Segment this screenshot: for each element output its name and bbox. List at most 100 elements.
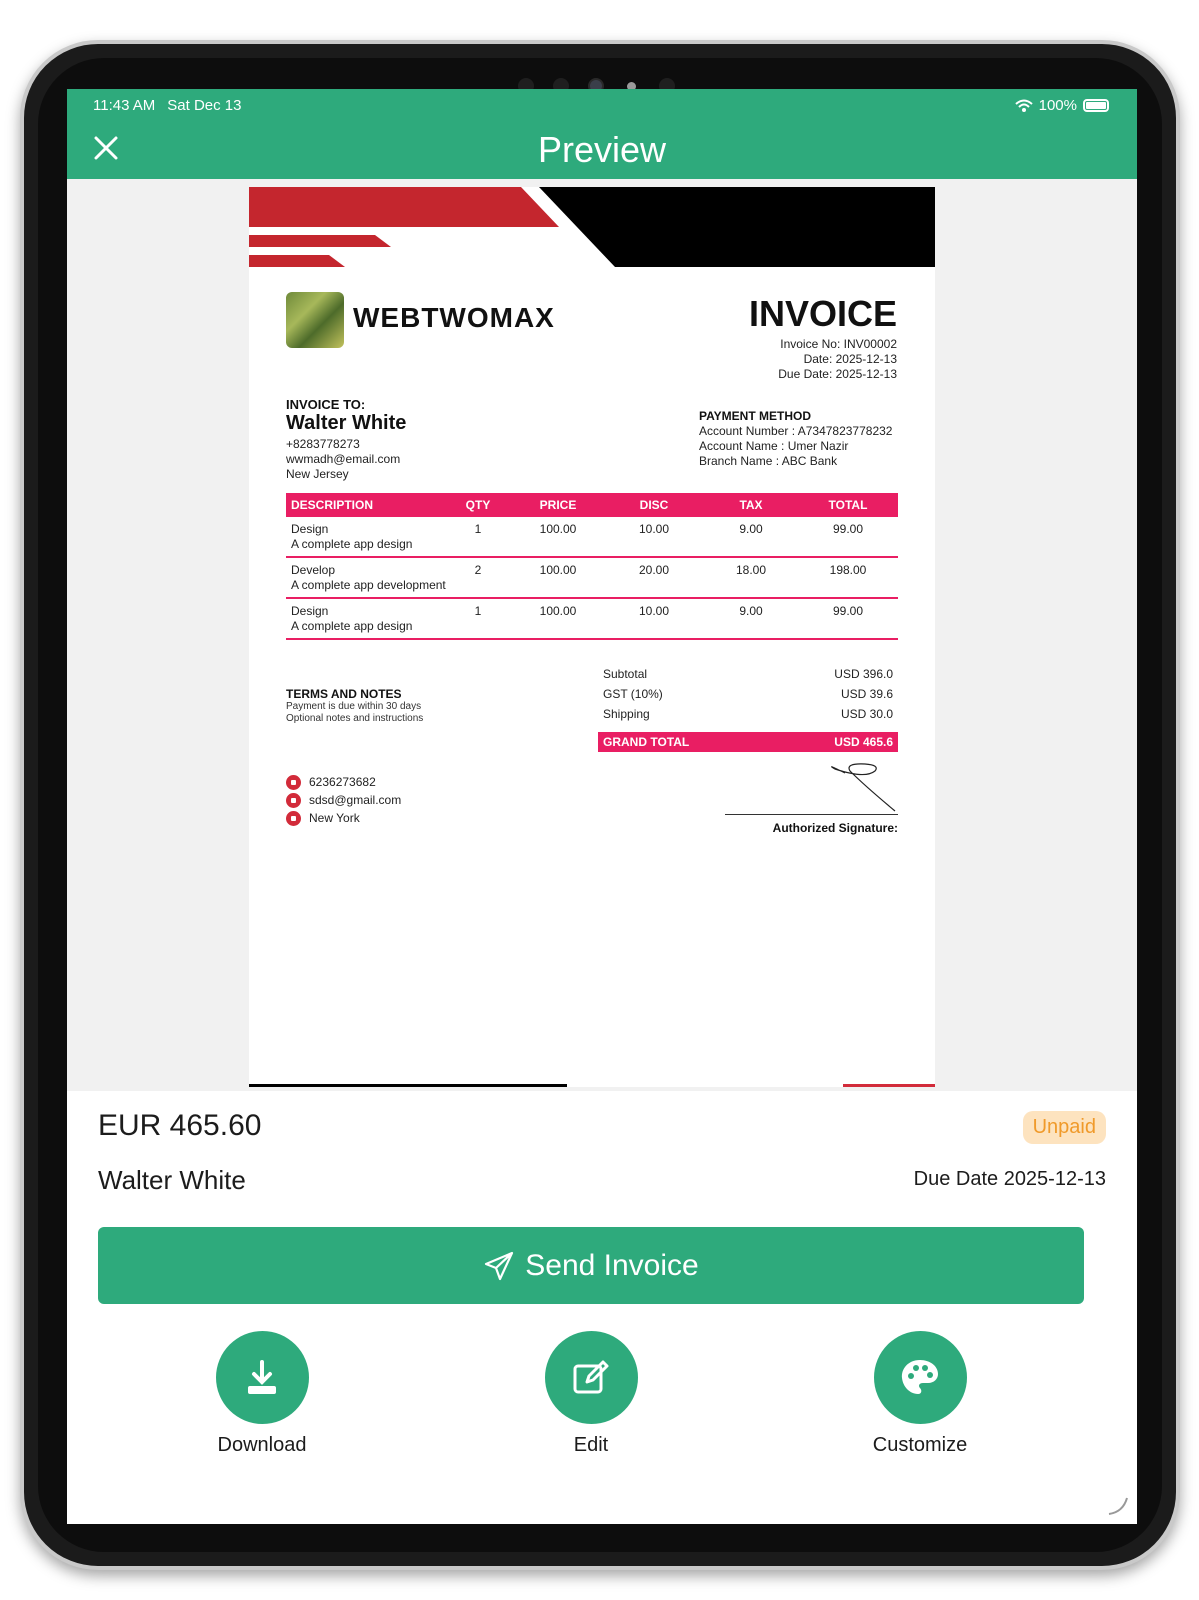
company-contacts: 6236273682 sdsd@gmail.com New York bbox=[286, 773, 401, 827]
item-title: Design bbox=[291, 604, 329, 618]
invoice-number: Invoice No: INV00002 bbox=[780, 337, 897, 351]
row-disc: 10.00 bbox=[638, 522, 670, 536]
row-tax: 18.00 bbox=[735, 563, 767, 577]
bill-to-label: INVOICE TO: bbox=[286, 397, 366, 412]
totals-block: Subtotal USD 396.0 GST (10%) USD 39.6 Ship… bbox=[598, 664, 898, 752]
footer-bar-black bbox=[249, 1084, 567, 1087]
send-invoice-button[interactable]: Send Invoice bbox=[98, 1227, 1084, 1304]
terms-line: Payment is due within 30 days bbox=[286, 701, 422, 712]
account-number: Account Number : A7347823778232 bbox=[699, 424, 893, 438]
action-row: Download Edit Customize bbox=[67, 1331, 1137, 1471]
row-price: 100.00 bbox=[539, 604, 577, 618]
terms-line: Optional notes and instructions bbox=[286, 713, 424, 724]
battery-percent: 100% bbox=[1038, 97, 1077, 114]
gst-value: USD 39.6 bbox=[840, 687, 893, 701]
status-bar: 11:43 AM Sat Dec 13 bbox=[93, 97, 241, 114]
location-pin-icon bbox=[286, 810, 301, 826]
header-description: DESCRIPTION bbox=[291, 497, 374, 512]
item-desc: A complete app design bbox=[291, 537, 413, 551]
shipping-value: USD 30.0 bbox=[840, 707, 893, 721]
terms-title: TERMS AND NOTES bbox=[286, 687, 402, 701]
mail-icon bbox=[286, 792, 301, 808]
gst-line: GST (10%) USD 39.6 bbox=[598, 684, 898, 704]
invoice-title: INVOICE bbox=[748, 293, 897, 334]
invoice-amount: EUR 465.60 bbox=[98, 1109, 262, 1142]
row-description: Design A complete app design bbox=[286, 522, 446, 552]
contact-phone: 6236273682 bbox=[286, 773, 401, 791]
contact-email-value: sdsd@gmail.com bbox=[309, 793, 402, 807]
header-total: TOTAL bbox=[828, 498, 868, 512]
payment-method: PAYMENT METHOD Account Number : A7347823… bbox=[699, 409, 892, 469]
header-tax: TAX bbox=[739, 498, 763, 512]
contact-phone-value: 6236273682 bbox=[309, 775, 376, 789]
bill-to-phone: +8283778273 bbox=[286, 437, 360, 451]
signature-line bbox=[725, 814, 898, 815]
row-qty: 2 bbox=[474, 563, 482, 577]
header-decoration bbox=[249, 187, 935, 267]
item-title: Design bbox=[291, 522, 329, 536]
screen: 11:43 AM Sat Dec 13 100% Preview WEBTWOM… bbox=[67, 89, 1137, 1524]
page-title: Preview bbox=[537, 129, 667, 170]
tablet-frame: 11:43 AM Sat Dec 13 100% Preview WEBTWOM… bbox=[20, 40, 1180, 1570]
contact-location: New York bbox=[286, 809, 401, 827]
row-tax: 9.00 bbox=[739, 522, 763, 536]
invoice-document: WEBTWOMAX INVOICE Invoice No: INV00002 D… bbox=[249, 187, 935, 1087]
bill-to-details: +8283778273 wwmadh@email.com New Jersey bbox=[286, 437, 400, 482]
edit-label: Edit bbox=[573, 1434, 609, 1456]
company-name: WEBTWOMAX bbox=[353, 302, 555, 333]
corner-resize-icon bbox=[1108, 1497, 1128, 1515]
row-total: 99.00 bbox=[832, 522, 864, 536]
status-time: 11:43 AM bbox=[93, 97, 156, 114]
table-row: Develop A complete app development 2 100.… bbox=[286, 558, 898, 599]
status-right: 100% bbox=[1014, 97, 1109, 114]
battery-icon bbox=[1083, 99, 1109, 112]
customize-circle bbox=[873, 1331, 967, 1424]
status-date: Sat Dec 13 bbox=[167, 97, 242, 114]
invoice-date: Date: 2025-12-13 bbox=[803, 352, 897, 366]
edit-circle bbox=[544, 1331, 638, 1424]
summary-panel: EUR 465.60 Unpaid Walter White Due Date … bbox=[67, 1091, 1137, 1524]
gst-label: GST (10%) bbox=[603, 687, 663, 701]
table-row: Design A complete app design 1 100.00 10.… bbox=[286, 517, 898, 558]
shipping-line: Shipping USD 30.0 bbox=[598, 704, 898, 724]
account-name: Account Name : Umer Nazir bbox=[699, 439, 849, 453]
customize-label: Customize bbox=[872, 1434, 968, 1456]
branch-name: Branch Name : ABC Bank bbox=[699, 454, 838, 468]
status-badge: Unpaid bbox=[1022, 1111, 1106, 1144]
shipping-label: Shipping bbox=[603, 707, 650, 721]
top-bar: 11:43 AM Sat Dec 13 100% Preview bbox=[67, 89, 1137, 179]
bill-to-email: wwmadh@email.com bbox=[286, 452, 401, 466]
row-total: 198.00 bbox=[829, 563, 867, 577]
wifi-icon bbox=[1014, 99, 1033, 112]
row-tax: 9.00 bbox=[739, 604, 763, 618]
item-title: Develop bbox=[291, 563, 336, 577]
subtotal-line: Subtotal USD 396.0 bbox=[598, 664, 898, 684]
payment-title: PAYMENT METHOD bbox=[699, 409, 812, 423]
table-row: Design A complete app design 1 100.00 10.… bbox=[286, 599, 898, 640]
row-description: Develop A complete app development bbox=[286, 563, 446, 593]
palette-icon bbox=[901, 1359, 938, 1394]
send-invoice-label: Send Invoice bbox=[525, 1248, 699, 1282]
grand-total-label: GRAND TOTAL bbox=[603, 735, 690, 749]
download-button[interactable]: Download bbox=[162, 1331, 362, 1457]
contact-email: sdsd@gmail.com bbox=[286, 791, 401, 809]
edit-button[interactable]: Edit bbox=[491, 1331, 691, 1457]
customize-button[interactable]: Customize bbox=[820, 1331, 1020, 1457]
row-disc: 10.00 bbox=[638, 604, 670, 618]
line-items-table: DESCRIPTION QTY PRICE DISC TAX TOTAL Des… bbox=[286, 493, 898, 640]
item-desc: A complete app development bbox=[291, 578, 446, 592]
grand-total-line: GRAND TOTAL USD 465.6 bbox=[598, 732, 898, 752]
row-price: 100.00 bbox=[539, 522, 577, 536]
footer-bar-red bbox=[843, 1084, 935, 1087]
header-qty: QTY bbox=[465, 498, 491, 512]
signature-scribble bbox=[831, 763, 896, 812]
grand-total-value: USD 465.6 bbox=[834, 735, 893, 749]
phone-icon bbox=[286, 774, 301, 790]
download-icon bbox=[248, 1359, 276, 1394]
invoice-preview-area[interactable]: WEBTWOMAX INVOICE Invoice No: INV00002 D… bbox=[67, 179, 1137, 1091]
signature-label: Authorized Signature: bbox=[772, 821, 898, 835]
row-total: 99.00 bbox=[832, 604, 864, 618]
due-date: Due Date 2025-12-13 bbox=[913, 1168, 1106, 1190]
subtotal-label: Subtotal bbox=[603, 667, 648, 681]
header-price: PRICE bbox=[539, 498, 577, 512]
